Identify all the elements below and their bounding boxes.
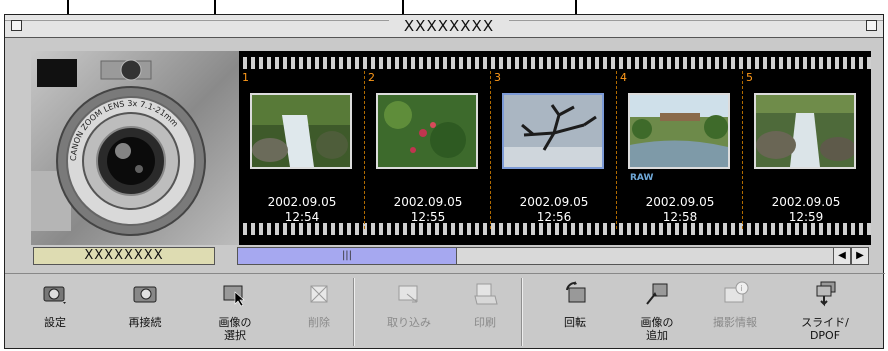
toolbar-separator [353,278,355,346]
frame-number: 1 [242,71,249,84]
thumbnail-image[interactable] [754,93,856,169]
zoom-box[interactable] [866,20,877,31]
scroll-left-arrow-icon[interactable]: ◀ [833,247,851,265]
add-image-icon [643,280,671,308]
frame-timestamp: 2002.09.05 12:56 [519,195,589,224]
window-title: XXXXXXXX [389,17,509,35]
delete-button[interactable]: 削除 [279,274,359,350]
film-strip: 1 2002.09.0512:54 2 2002.09.0512:55 3 [239,51,871,245]
camera-image: CANON ZOOM LENS 3x 7.1-21mm [31,51,239,245]
camera-settings-icon [41,280,69,308]
thumbnail-frame-1[interactable]: 1 2002.09.05 12:54 [239,71,365,229]
frame-number: 3 [494,71,501,84]
print-icon [471,280,499,308]
frame-number: 4 [620,71,627,84]
close-box[interactable] [11,20,22,31]
frame-timestamp: 2002.09.05 12:54 [267,195,337,224]
select-image-icon [221,280,249,308]
toolbar: 設定 再接続 画像の 選択 削除 取り込み 印刷 回転 画像の 追加 i 撮影情… [5,273,885,350]
settings-button[interactable]: 設定 [15,274,95,350]
shooting-info-button[interactable]: i 撮影情報 [695,274,775,350]
frame-timestamp: 2002.09.05 12:59 [771,195,841,224]
select-image-button[interactable]: 画像の 選択 [195,274,275,350]
thumbnail-frame-5[interactable]: 5 2002.09.05 12:59 [743,71,869,229]
scroll-thumb[interactable]: ||| [238,248,457,264]
thumbnail-image[interactable] [376,93,478,169]
film-perforation [239,57,871,69]
reconnect-button[interactable]: 再接続 [105,274,185,350]
print-button[interactable]: 印刷 [445,274,525,350]
camera-window: XXXXXXXX CANON ZOOM LENS 3x 7.1-21mm 1 2… [4,14,885,350]
rotate-button[interactable]: 回転 [535,274,615,350]
slideshow-icon [811,280,839,308]
import-icon [395,280,423,308]
viewer-area: CANON ZOOM LENS 3x 7.1-21mm 1 2002.09.05… [31,51,871,245]
frame-number: 5 [746,71,753,84]
delete-icon [305,280,333,308]
thumbnail-image[interactable] [250,93,352,169]
title-bar[interactable]: XXXXXXXX [5,15,883,38]
frame-timestamp: 2002.09.05 12:55 [393,195,463,224]
frame-number: 2 [368,71,375,84]
thumbnail-frame-3[interactable]: 3 2002.09.05 12:56 [491,71,617,229]
svg-text:i: i [741,284,743,293]
camera-connect-icon [131,280,159,308]
toolbar-separator [521,278,523,346]
slideshow-dpof-button[interactable]: スライド/DPOF [785,274,865,350]
raw-badge: RAW [630,173,654,183]
thumbnail-image[interactable] [628,93,730,169]
add-image-button[interactable]: 画像の 追加 [617,274,697,350]
thumbnail-frame-2[interactable]: 2 2002.09.05 12:55 [365,71,491,229]
thumbnail-image-selected[interactable] [502,93,604,169]
import-button[interactable]: 取り込み [369,274,449,350]
scroll-right-arrow-icon[interactable]: ▶ [851,247,869,265]
rotate-icon [561,280,589,308]
frame-timestamp: 2002.09.05 12:58 [645,195,715,224]
info-icon: i [721,280,749,308]
camera-name-label: XXXXXXXX [33,247,215,265]
thumbnail-frame-4[interactable]: 4 RAW 2002.09.05 12:58 [617,71,743,229]
horizontal-scrollbar[interactable]: ||| [237,247,852,265]
